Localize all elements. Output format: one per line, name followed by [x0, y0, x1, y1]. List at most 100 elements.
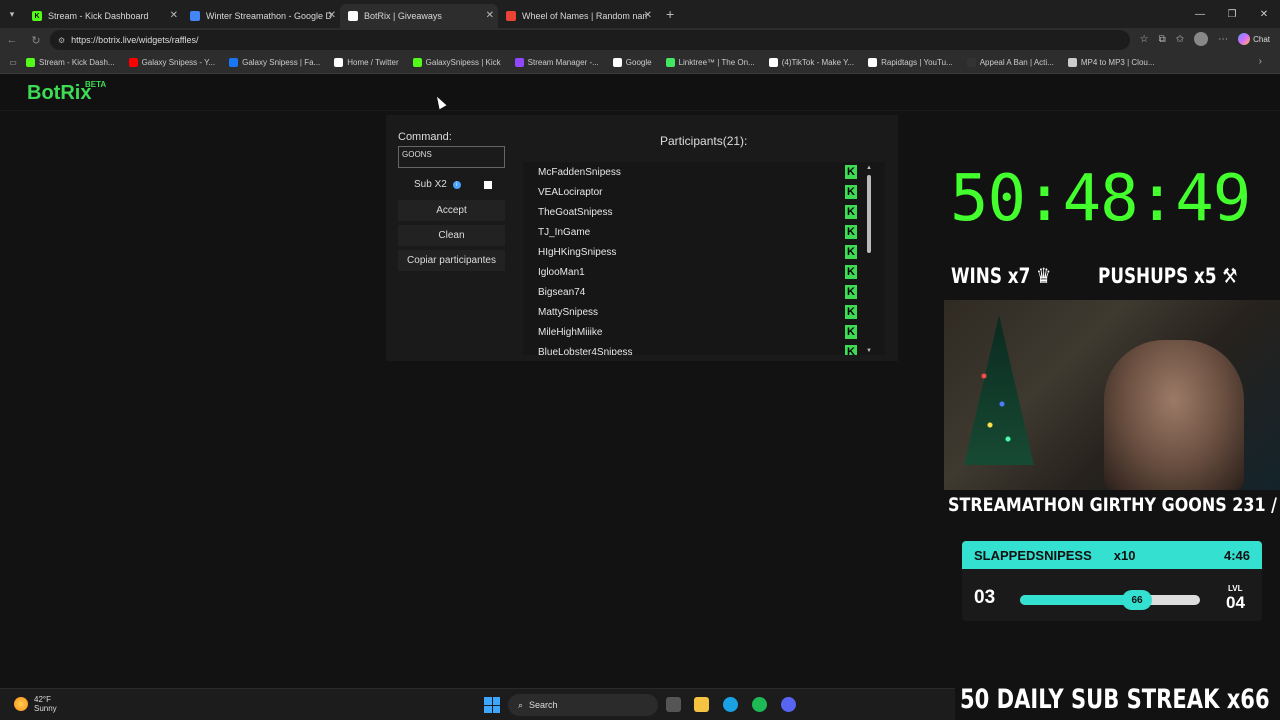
level-progress-fill	[1020, 595, 1139, 605]
scroll-up-icon[interactable]: ▲	[866, 165, 872, 171]
bookmark-favicon-icon	[514, 58, 524, 67]
close-tab-icon[interactable]: ✕	[328, 10, 336, 21]
participant-row[interactable]: Bigsean74 K	[523, 282, 885, 302]
bookmarks-bar: ▭ Stream - Kick Dash... Galaxy Snipess - …	[0, 52, 1280, 74]
copy-participants-button[interactable]: Copiar participantes	[398, 250, 505, 271]
pushup-icon: ⚒	[1222, 264, 1238, 288]
close-window-button[interactable]: ✕	[1248, 0, 1280, 28]
accept-button[interactable]: Accept	[398, 200, 505, 221]
tab-title: Wheel of Names | Random name	[522, 11, 648, 21]
browser-tab[interactable]: Wheel of Names | Random name ✕	[498, 4, 656, 28]
participant-row[interactable]: IglooMan1 K	[523, 262, 885, 282]
command-label: Command:	[398, 131, 452, 143]
participant-row[interactable]: MattySnipess K	[523, 302, 885, 322]
bookmark-item[interactable]: Rapidtags | YouTu...	[868, 58, 953, 67]
bookmark-item[interactable]: MP4 to MP3 | Clou...	[1067, 58, 1155, 67]
participant-name: McFaddenSnipess	[538, 166, 621, 178]
bookmark-item[interactable]: Galaxy Snipess - Y...	[128, 58, 215, 67]
streamathon-goal: STREAMATHON GIRTHY GOONS 231 / 250	[948, 494, 1280, 516]
bookmark-favicon-icon	[412, 58, 422, 67]
participant-name: MileHighMiiike	[538, 326, 603, 338]
participants-list[interactable]: McFaddenSnipess K VEALociraptor K TheGoatSni…	[523, 162, 885, 355]
close-tab-icon[interactable]: ✕	[644, 10, 652, 21]
participant-name: BlueLobster4Snipess	[538, 346, 633, 356]
progress-value: 66	[1122, 590, 1152, 610]
bookmark-item[interactable]: Appeal A Ban | Acti...	[966, 58, 1054, 67]
weather-widget[interactable]: 42°F Sunny	[14, 695, 57, 713]
info-icon[interactable]: i	[452, 180, 461, 189]
more-menu-icon[interactable]: ⋯	[1218, 34, 1228, 45]
sun-icon	[14, 697, 28, 711]
bookmark-favicon-icon	[334, 58, 344, 67]
kick-icon: K	[845, 285, 857, 299]
task-view-icon[interactable]	[666, 697, 681, 712]
bookmark-item[interactable]: Google	[612, 58, 652, 67]
bookmarks-overflow-icon[interactable]: ›	[1259, 56, 1262, 67]
close-tab-icon[interactable]: ✕	[486, 10, 494, 21]
bookmark-favicon-icon	[26, 58, 35, 67]
bookmark-item[interactable]: Linktree™ | The On...	[665, 58, 755, 67]
site-header: BotRix BETA	[0, 75, 1280, 111]
back-button[interactable]: ←	[0, 34, 24, 46]
participant-row[interactable]: BlueLobster4Snipess K	[523, 342, 885, 355]
level-label: LVL	[1228, 584, 1243, 593]
pushups-counter: PUSHUPS x5 ⚒	[1098, 264, 1238, 288]
scroll-down-icon[interactable]: ▼	[866, 348, 872, 354]
address-bar[interactable]: ⚙ https://botrix.live/widgets/raffles/	[50, 30, 1130, 50]
sub-x2-checkbox[interactable]	[484, 181, 492, 189]
botrix-logo[interactable]: BotRix	[27, 82, 91, 105]
participant-row[interactable]: MileHighMiiike K	[523, 322, 885, 342]
browser-toolbar: ← ↻ ⚙ https://botrix.live/widgets/raffle…	[0, 28, 1280, 52]
close-tab-icon[interactable]: ✕	[170, 10, 178, 21]
command-input[interactable]: GOONS	[398, 146, 505, 168]
profile-avatar[interactable]	[1194, 32, 1209, 46]
favorites-icon[interactable]: ✩	[1176, 34, 1184, 45]
participant-row[interactable]: TJ_InGame K	[523, 222, 885, 242]
participant-row[interactable]: McFaddenSnipess K	[523, 162, 885, 182]
participant-row[interactable]: HIgHKingSnipess K	[523, 242, 885, 262]
tab-title: Stream - Kick Dashboard	[48, 11, 149, 21]
bookmark-favicon-icon	[966, 58, 976, 67]
bookmark-item[interactable]: (4)TikTok - Make Y...	[768, 58, 854, 67]
file-explorer-icon[interactable]	[694, 697, 709, 712]
participant-row[interactable]: VEALociraptor K	[523, 182, 885, 202]
clean-button[interactable]: Clean	[398, 225, 505, 246]
copilot-icon	[1238, 33, 1251, 45]
reading-list-icon[interactable]: ▭	[0, 58, 26, 67]
sub-multiplier: x10	[1113, 547, 1136, 563]
extensions-icon[interactable]: ⧉	[1159, 34, 1166, 45]
browser-tab[interactable]: K Stream - Kick Dashboard ✕	[24, 4, 182, 28]
taskbar-search[interactable]: ⌕ Search	[508, 694, 658, 716]
edge-icon[interactable]	[723, 697, 738, 712]
bookmark-item[interactable]: Home / Twitter	[334, 58, 399, 67]
crown-icon: ♛	[1036, 264, 1052, 288]
bookmark-favicon-icon	[128, 58, 138, 67]
browser-tab[interactable]: BotRix | Giveaways ✕	[340, 4, 498, 28]
minimize-button[interactable]: —	[1184, 0, 1216, 28]
copilot-chat-button[interactable]: Chat	[1238, 33, 1270, 45]
start-button[interactable]	[484, 697, 500, 713]
participant-row[interactable]: TheGoatSnipess K	[523, 202, 885, 222]
kick-icon: K	[845, 245, 857, 259]
wins-counter: WINS x7 ♛	[951, 264, 1052, 288]
participants-scrollbar[interactable]: ▲ ▼	[866, 165, 873, 354]
new-tab-button[interactable]: +	[666, 6, 674, 22]
kick-icon: K	[845, 165, 857, 179]
discord-icon[interactable]	[781, 697, 796, 712]
bookmark-item[interactable]: Stream Manager -...	[514, 58, 599, 67]
sub-train-card: SLAPPEDSNIPESS x10 4:46 03 66 LVL 04	[962, 541, 1262, 621]
scroll-thumb[interactable]	[867, 175, 871, 253]
raffle-panel: Command: GOONS Sub X2 i Accept Clean Cop…	[386, 115, 898, 361]
spotify-icon[interactable]	[752, 697, 767, 712]
bookmark-star-icon[interactable]: ☆	[1140, 34, 1149, 45]
bookmark-item[interactable]: Galaxy Snipess | Fa...	[229, 58, 320, 67]
participant-name: TJ_InGame	[538, 226, 591, 238]
bookmark-item[interactable]: GalaxySnipess | Kick	[412, 58, 501, 67]
browser-tab[interactable]: Winter Streamathon - Google Doc ✕	[182, 4, 340, 28]
next-level: 04	[1226, 593, 1245, 612]
restore-button[interactable]: ❐	[1216, 0, 1248, 28]
site-info-icon[interactable]: ⚙	[58, 36, 65, 45]
tab-search-button[interactable]: ▾	[0, 0, 24, 28]
bookmark-item[interactable]: Stream - Kick Dash...	[26, 58, 115, 67]
reload-button[interactable]: ↻	[24, 34, 48, 47]
